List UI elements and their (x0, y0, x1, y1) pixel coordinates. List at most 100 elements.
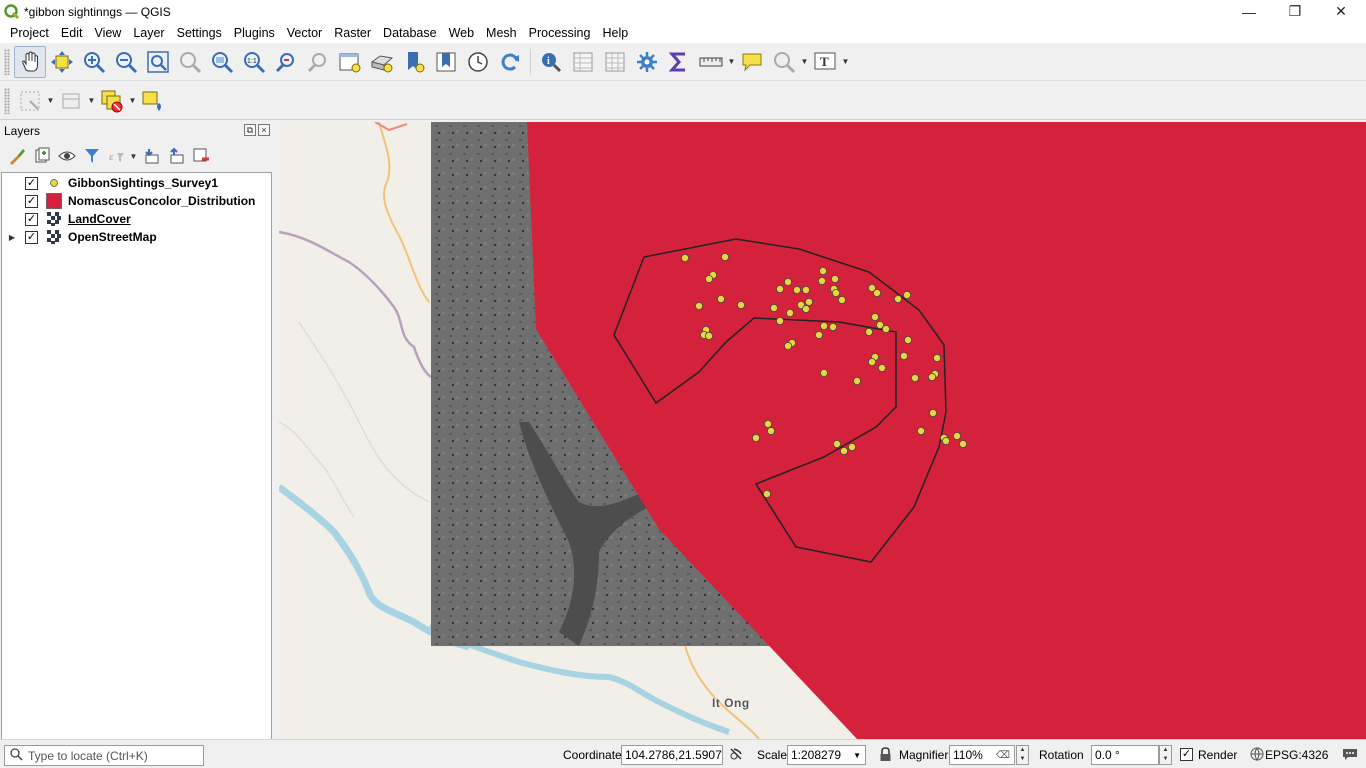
toolbar-grip[interactable] (4, 87, 10, 114)
zoom-native-resolution-icon: 1:1 (244, 51, 266, 73)
menu-edit[interactable]: Edit (55, 26, 89, 40)
new-map-view-button[interactable] (334, 46, 366, 78)
current-edits-dropdown-arrow[interactable]: ▼ (46, 85, 55, 117)
menu-database[interactable]: Database (377, 26, 443, 40)
toolbar-grip[interactable] (4, 48, 10, 75)
minimize-button[interactable]: — (1226, 0, 1272, 23)
expand-all-button[interactable] (138, 144, 163, 168)
new-3d-map-view-button[interactable] (366, 46, 398, 78)
open-attribute-table-button[interactable] (567, 46, 599, 78)
new-layer-dropdown-arrow[interactable]: ▼ (128, 85, 137, 117)
menu-raster[interactable]: Raster (328, 26, 377, 40)
lock-scale-icon[interactable] (877, 746, 893, 762)
messages-icon[interactable] (1342, 746, 1358, 762)
crs-label[interactable]: EPSG:4326 (1265, 748, 1328, 762)
layers-panel-header: Layers ⧉ × (0, 121, 276, 141)
crs-globe-icon[interactable] (1249, 746, 1265, 762)
render-checkbox[interactable]: ✓ (1180, 748, 1193, 761)
close-button[interactable]: ✕ (1318, 0, 1364, 23)
temporal-controller-button[interactable] (462, 46, 494, 78)
filter-expression-dropdown-arrow[interactable]: ▼ (129, 144, 138, 168)
pan-map-button[interactable] (14, 45, 46, 78)
scale-field[interactable]: 1:208279 ▼ (787, 745, 866, 765)
layer-item-gibbon-sightings[interactable]: ✓ GibbonSightings_Survey1 (2, 174, 271, 192)
current-edits-button[interactable] (14, 85, 46, 117)
layer-name: OpenStreetMap (68, 230, 157, 244)
manage-visibility-button[interactable] (54, 144, 79, 168)
annotation-dropdown-arrow[interactable]: ▼ (841, 46, 850, 78)
map-canvas[interactable]: It Ong (279, 122, 1366, 739)
rotation-spinner[interactable]: ▲ ▼ (1159, 745, 1172, 765)
rotation-field[interactable]: 0.0 ° (1091, 745, 1159, 765)
magnifier-label: Magnifier (899, 748, 949, 762)
add-group-button[interactable] (29, 144, 54, 168)
new-spatial-bookmark-button[interactable] (398, 46, 430, 78)
toggle-extents-icon[interactable] (728, 746, 744, 762)
menu-project[interactable]: Project (4, 26, 55, 40)
style-manager-button[interactable] (4, 144, 29, 168)
zoom-in-button[interactable] (78, 46, 110, 78)
pan-to-selection-button[interactable] (46, 46, 78, 78)
menu-view[interactable]: View (88, 26, 127, 40)
scale-dropdown-arrow[interactable]: ▼ (853, 751, 861, 760)
style-manager-icon (9, 149, 25, 165)
zoom-last-button[interactable] (270, 46, 302, 78)
zoom-to-selection-button[interactable] (174, 46, 206, 78)
menu-settings[interactable]: Settings (171, 26, 228, 40)
layer-item-openstreetmap[interactable]: ▶ ✓ OpenStreetMap (2, 228, 271, 246)
text-annotation-button[interactable]: T (809, 46, 841, 78)
statistical-summary-button[interactable] (599, 46, 631, 78)
close-panel-button[interactable]: × (258, 124, 270, 136)
refresh-button[interactable] (494, 46, 526, 78)
digitize-button[interactable] (55, 85, 87, 117)
menu-web[interactable]: Web (443, 26, 480, 40)
zoom-out-icon (116, 51, 138, 73)
expand-layer-arrow-icon[interactable]: ▶ (6, 233, 18, 242)
new-geopackage-layer-button[interactable] (96, 85, 128, 117)
filter-expression-button[interactable]: ε (104, 144, 129, 168)
field-calculator-button[interactable] (663, 46, 695, 78)
digitize-dropdown-arrow[interactable]: ▼ (87, 85, 96, 117)
menu-plugins[interactable]: Plugins (228, 26, 281, 40)
zoom-to-layer-button[interactable] (206, 46, 238, 78)
add-polygon-button[interactable] (137, 85, 169, 117)
menu-help[interactable]: Help (596, 26, 634, 40)
measure-dropdown-arrow[interactable]: ▼ (727, 46, 736, 78)
menu-mesh[interactable]: Mesh (480, 26, 523, 40)
select-features-button[interactable] (768, 46, 800, 78)
zoom-next-button[interactable] (302, 46, 334, 78)
locator-search-field[interactable]: Type to locate (Ctrl+K) (4, 745, 204, 766)
layer-visibility-checkbox[interactable]: ✓ (25, 230, 38, 244)
clear-icon[interactable]: ⌫ (996, 750, 1010, 761)
layer-visibility-checkbox[interactable]: ✓ (25, 194, 38, 208)
coordinate-field[interactable]: 104.2786,21.5907 (621, 745, 723, 765)
toolbox-button[interactable] (631, 46, 663, 78)
identify-features-button[interactable]: i (535, 46, 567, 78)
layer-visibility-checkbox[interactable]: ✓ (25, 212, 38, 226)
refresh-icon (501, 53, 519, 70)
layer-item-landcover[interactable]: ✓ LandCover (2, 210, 271, 228)
new-geopackage-layer-icon (101, 90, 123, 112)
remove-layer-button[interactable] (188, 144, 213, 168)
float-panel-button[interactable]: ⧉ (244, 124, 256, 136)
measure-line-button[interactable] (695, 46, 727, 78)
collapse-all-button[interactable] (163, 144, 188, 168)
maximize-button[interactable]: ❐ (1272, 0, 1318, 23)
layer-item-nomascus-distribution[interactable]: ✓ NomascusConcolor_Distribution (2, 192, 271, 210)
filter-legend-button[interactable] (79, 144, 104, 168)
select-dropdown-arrow[interactable]: ▼ (800, 46, 809, 78)
zoom-full-button[interactable] (142, 46, 174, 78)
zoom-native-resolution-button[interactable]: 1:1 (238, 46, 270, 78)
show-bookmarks-button[interactable] (430, 46, 462, 78)
locator-placeholder: Type to locate (Ctrl+K) (28, 748, 148, 763)
menu-processing[interactable]: Processing (523, 26, 597, 40)
qgis-logo-icon (4, 3, 20, 19)
layer-visibility-checkbox[interactable]: ✓ (25, 176, 38, 190)
zoom-out-button[interactable] (110, 46, 142, 78)
menu-layer[interactable]: Layer (127, 26, 170, 40)
magnifier-spinner[interactable]: ▲ ▼ (1016, 745, 1029, 765)
rotation-label: Rotation (1039, 748, 1084, 762)
magnifier-field[interactable]: 110% ⌫ (949, 745, 1015, 765)
menu-vector[interactable]: Vector (281, 26, 328, 40)
map-tips-button[interactable] (736, 46, 768, 78)
